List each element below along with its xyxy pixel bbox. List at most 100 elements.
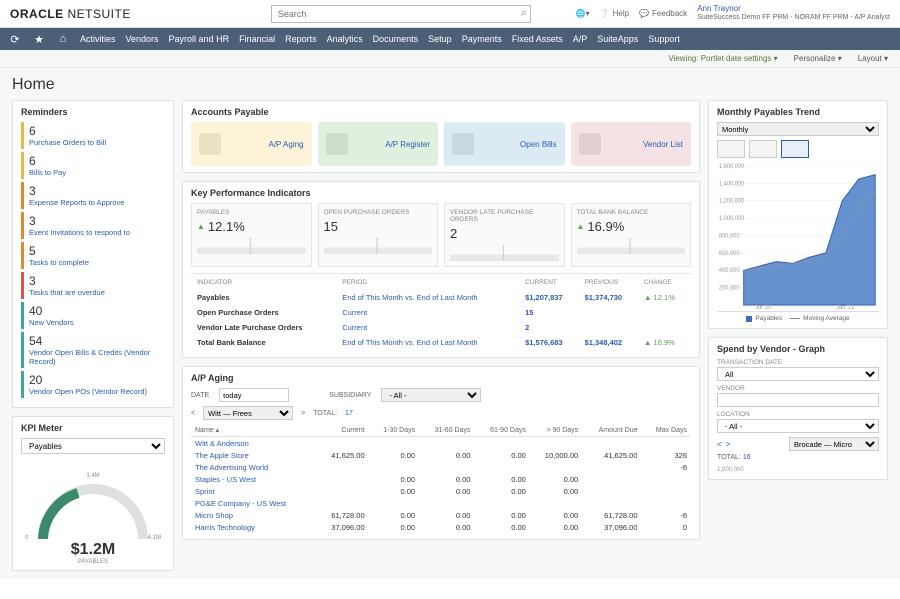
- feedback-link[interactable]: 💬 Feedback: [639, 9, 687, 18]
- svg-text:200,000: 200,000: [719, 286, 740, 292]
- subheader: Viewing: Portlet date settings ▾ Persona…: [0, 50, 900, 68]
- trend-period-select[interactable]: Monthly: [717, 122, 879, 136]
- trend-portlet: Monthly Payables Trend Monthly 200,00040…: [708, 100, 888, 329]
- reminder-item[interactable]: 3Tasks that are overdue: [21, 272, 165, 299]
- reminder-item[interactable]: 3Expense Reports to Approve: [21, 182, 165, 209]
- spend-vendor-input[interactable]: [717, 393, 879, 407]
- svg-text:800,000: 800,000: [719, 233, 740, 239]
- search-input[interactable]: [271, 5, 531, 23]
- kpi-portlet: Key Performance Indicators PAYABLES12.1%…: [182, 181, 700, 358]
- aging-total-label: TOTAL:: [313, 410, 337, 417]
- spend-range[interactable]: Brocade — Micro: [789, 437, 879, 451]
- kpi-card: TOTAL BANK BALANCE16.9%: [571, 203, 692, 267]
- reminder-item[interactable]: 6Purchase Orders to Bill: [21, 122, 165, 149]
- page: Home Reminders 6Purchase Orders to Bill6…: [0, 68, 900, 579]
- ap-card[interactable]: A/P Aging: [191, 122, 312, 166]
- nav-support[interactable]: Support: [648, 34, 680, 44]
- aging-subsidiary-select[interactable]: - All -: [381, 388, 481, 402]
- aging-next[interactable]: >: [301, 410, 305, 417]
- nav-fixed-assets[interactable]: Fixed Assets: [512, 34, 563, 44]
- ap-card[interactable]: Open Bills: [444, 122, 565, 166]
- ap-card[interactable]: Vendor List: [571, 122, 692, 166]
- recent-icon[interactable]: ⟳: [8, 33, 22, 46]
- viewing-settings[interactable]: Viewing: Portlet date settings ▾: [668, 54, 777, 63]
- search-wrap: ⌕: [271, 5, 531, 23]
- user-role: SuiteSuccess Demo FF PRM - NORAM FF PRM …: [697, 14, 890, 22]
- kpi-row: Vendor Late Purchase OrdersCurrent2: [193, 321, 689, 334]
- nav-documents[interactable]: Documents: [373, 34, 419, 44]
- nav-suiteapps[interactable]: SuiteApps: [597, 34, 638, 44]
- kpi-meter-portlet: KPI Meter Payables 1.4M $1.2M PAYABLES 0…: [12, 416, 174, 571]
- reminders-title: Reminders: [21, 107, 165, 117]
- ap-card[interactable]: A/P Register: [318, 122, 439, 166]
- aging-row[interactable]: Harris Technology37,096.000.000.000.000.…: [191, 521, 691, 533]
- trend-tab-3[interactable]: [781, 140, 809, 158]
- aging-controls: DATE SUBSIDIARY - All -: [191, 388, 691, 402]
- svg-text:600,000: 600,000: [719, 251, 740, 257]
- star-icon[interactable]: ★: [32, 33, 46, 46]
- kpi-meter-select[interactable]: Payables: [21, 438, 165, 454]
- reminders-portlet: Reminders 6Purchase Orders to Bill 6Bills…: [12, 100, 174, 408]
- home-icon[interactable]: ⌂: [56, 33, 70, 45]
- ap-portlet: Accounts Payable A/P AgingA/P RegisterOp…: [182, 100, 700, 173]
- nav-activities[interactable]: Activities: [80, 34, 116, 44]
- col-mid: Accounts Payable A/P AgingA/P RegisterOp…: [182, 100, 700, 571]
- reminder-item[interactable]: 6Bills to Pay: [21, 152, 165, 179]
- aging-filter[interactable]: Witt — Frees: [203, 406, 293, 420]
- gauge-sublabel: PAYABLES: [33, 559, 153, 565]
- gauge-min: 0: [25, 535, 28, 541]
- nav-payments[interactable]: Payments: [462, 34, 502, 44]
- nav-analytics[interactable]: Analytics: [327, 34, 363, 44]
- svg-text:1,400,000: 1,400,000: [719, 181, 745, 187]
- reminder-item[interactable]: 54Vendor Open Bills & Credits (Vendor Re…: [21, 332, 165, 368]
- aging-row[interactable]: Micro Shop61,728.000.000.000.000.0061,72…: [191, 509, 691, 521]
- reminder-item[interactable]: 20Vendor Open POs (Vendor Record): [21, 371, 165, 398]
- aging-date-label: DATE: [191, 392, 209, 399]
- spend-portlet: Spend by Vendor - Graph TRANSACTION DATE…: [708, 337, 888, 480]
- aging-row[interactable]: PG&E Company - US West: [191, 497, 691, 509]
- aging-row[interactable]: Witt & Anderson: [191, 437, 691, 450]
- aging-row[interactable]: Sprint0.000.000.000.00: [191, 485, 691, 497]
- aging-row[interactable]: The Advertising World-6: [191, 461, 691, 473]
- col-right: Monthly Payables Trend Monthly 200,00040…: [708, 100, 888, 571]
- ap-card-icon: [326, 133, 348, 155]
- navbar: ⟳ ★ ⌂ Activities Vendors Payroll and HR …: [0, 28, 900, 50]
- nav-payroll[interactable]: Payroll and HR: [169, 34, 230, 44]
- aging-prev[interactable]: <: [191, 410, 195, 417]
- aging-table: Name ▴Current1-30 Days31-60 Days61-90 Da…: [191, 424, 691, 533]
- svg-text:400,000: 400,000: [719, 268, 740, 274]
- aging-row[interactable]: Staples - US West0.000.000.000.00: [191, 473, 691, 485]
- globe-icon[interactable]: 🌐▾: [576, 9, 590, 18]
- reminder-item[interactable]: 40New Vendors: [21, 302, 165, 329]
- nav-setup[interactable]: Setup: [428, 34, 452, 44]
- trend-tab-2[interactable]: [749, 140, 777, 158]
- personalize-link[interactable]: Personalize ▾: [794, 54, 842, 63]
- aging-row[interactable]: The Apple Store41,625.000.000.000.0010,0…: [191, 449, 691, 461]
- nav-ap[interactable]: A/P: [573, 34, 588, 44]
- spend-trans-select[interactable]: All: [717, 367, 879, 381]
- reminder-item[interactable]: 3Event Invitations to respond to: [21, 212, 165, 239]
- spend-prev[interactable]: <: [717, 440, 722, 449]
- spend-nav: < > Brocade — Micro: [717, 437, 879, 451]
- aging-title: A/P Aging: [191, 373, 691, 383]
- help-link[interactable]: ❔ Help: [600, 9, 629, 18]
- ap-card-icon: [452, 133, 474, 155]
- layout-link[interactable]: Layout ▾: [858, 54, 888, 63]
- col-left: Reminders 6Purchase Orders to Bill 6Bills…: [12, 100, 174, 571]
- trend-tabs: [717, 140, 879, 158]
- spend-next[interactable]: >: [726, 440, 731, 449]
- nav-financial[interactable]: Financial: [239, 34, 275, 44]
- reminder-item[interactable]: 5Tasks to complete: [21, 242, 165, 269]
- trend-tab-1[interactable]: [717, 140, 745, 158]
- spend-loc-select[interactable]: - All -: [717, 419, 879, 433]
- nav-reports[interactable]: Reports: [285, 34, 317, 44]
- user-name: Ann Traynor: [697, 5, 890, 14]
- ap-card-icon: [199, 133, 221, 155]
- ap-title: Accounts Payable: [191, 107, 691, 117]
- nav-vendors[interactable]: Vendors: [126, 34, 159, 44]
- aging-date-input[interactable]: [219, 388, 289, 402]
- user-block[interactable]: Ann Traynor SuiteSuccess Demo FF PRM - N…: [697, 5, 890, 21]
- kpi-table: INDICATORPERIODCURRENTPREVIOUSCHANGE Pay…: [191, 273, 691, 351]
- kpi-card: VENDOR LATE PURCHASE ORDERS2: [444, 203, 565, 267]
- search-icon[interactable]: ⌕: [521, 7, 527, 20]
